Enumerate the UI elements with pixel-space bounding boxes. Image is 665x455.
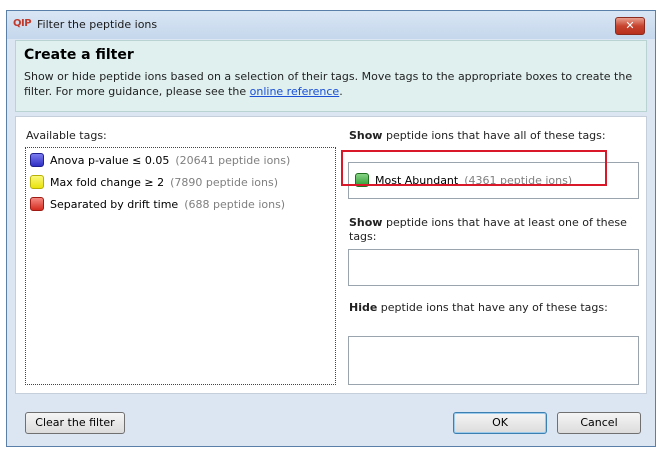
clear-filter-button[interactable]: Clear the filter	[25, 412, 125, 434]
cancel-label: Cancel	[580, 416, 618, 429]
window-title: Filter the peptide ions	[37, 18, 158, 31]
tag-name: Max fold change ≥ 2	[50, 175, 165, 189]
cancel-button[interactable]: Cancel	[557, 412, 641, 434]
show-any-label: Show peptide ions that have at least one…	[349, 216, 627, 243]
available-tags-list[interactable]: Anova p-value ≤ 0.05 (20641 peptide ions…	[25, 147, 336, 385]
online-reference-link[interactable]: online reference	[250, 85, 340, 98]
show-any-box[interactable]	[348, 249, 639, 286]
available-tags-label: Available tags:	[26, 129, 107, 142]
header-panel: Create a filter Show or hide peptide ion…	[15, 40, 647, 112]
tag-color-swatch	[30, 175, 44, 189]
tag-count: (20641 peptide ions)	[175, 153, 291, 167]
tag-count: (7890 peptide ions)	[170, 175, 278, 189]
description-suffix: .	[339, 85, 343, 98]
tag-color-swatch	[30, 153, 44, 167]
close-icon: ✕	[625, 19, 635, 32]
hide-any-box[interactable]	[348, 336, 639, 385]
title-bar: QIP Filter the peptide ions ✕	[7, 11, 655, 39]
tag-max-fold[interactable]: Max fold change ≥ 2 (7890 peptide ions)	[30, 174, 278, 190]
header-description: Show or hide peptide ions based on a sel…	[24, 69, 644, 99]
tag-name: Separated by drift time	[50, 197, 179, 211]
close-button[interactable]: ✕	[615, 17, 645, 35]
highlight-box	[341, 150, 607, 186]
tag-count: (688 peptide ions)	[184, 197, 286, 211]
app-logo: QIP	[13, 18, 32, 29]
filter-dialog: QIP Filter the peptide ions ✕ Create a f…	[6, 10, 656, 447]
dialog-footer: Clear the filter OK Cancel	[7, 399, 655, 447]
header-title: Create a filter	[24, 47, 134, 63]
ok-button[interactable]: OK	[453, 412, 547, 434]
hide-any-label: Hide peptide ions that have any of these…	[349, 301, 608, 314]
clear-filter-label: Clear the filter	[35, 416, 115, 429]
tag-drift-time[interactable]: Separated by drift time (688 peptide ion…	[30, 196, 285, 212]
show-all-label: Show peptide ions that have all of these…	[349, 129, 606, 142]
ok-label: OK	[492, 416, 508, 429]
tag-color-swatch	[30, 197, 44, 211]
tag-anova[interactable]: Anova p-value ≤ 0.05 (20641 peptide ions…	[30, 152, 290, 168]
tag-name: Anova p-value ≤ 0.05	[50, 153, 170, 167]
